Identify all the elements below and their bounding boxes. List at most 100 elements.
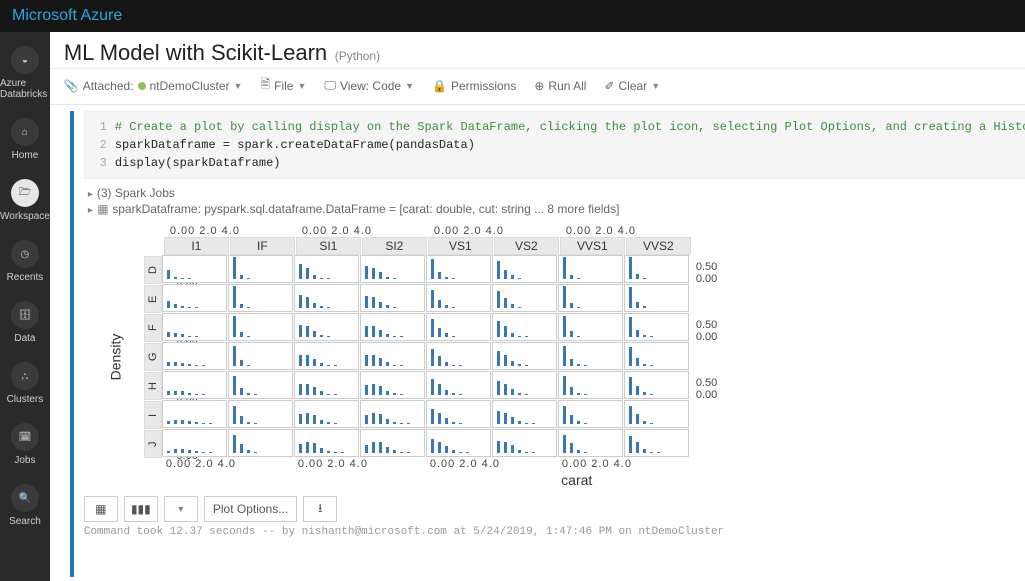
facet-cell xyxy=(360,255,425,283)
sidebar-item-search[interactable]: 🔍Search xyxy=(9,484,41,527)
file-icon: 🗎 xyxy=(260,75,270,96)
calendar-icon: 🗓 xyxy=(11,423,39,451)
facet-cell xyxy=(558,400,623,428)
facet-cell xyxy=(360,342,425,370)
dataframe-schema: sparkDataframe: pyspark.sql.dataframe.Da… xyxy=(112,202,619,216)
run-all-button[interactable]: ⊕ Run All xyxy=(534,79,586,93)
bar-chart-icon: ▮▮▮ xyxy=(131,502,151,516)
facet-col-VVS1: VVS1 xyxy=(560,237,625,255)
run-all-label: Run All xyxy=(548,79,586,93)
facet-cell xyxy=(228,284,293,312)
sidebar-item-home[interactable]: ⌂ Home xyxy=(11,118,39,161)
facet-cell xyxy=(624,313,689,341)
sidebar-item-workspace[interactable]: 🗁Workspace xyxy=(0,179,50,222)
facet-cell xyxy=(558,371,623,399)
facet-cell xyxy=(558,429,623,457)
facet-cell xyxy=(426,400,491,428)
sidebar-item-data[interactable]: 🗄Data xyxy=(11,301,39,344)
brand-logo: Microsoft Azure xyxy=(12,7,122,25)
facet-cell xyxy=(360,313,425,341)
facet-cell xyxy=(426,284,491,312)
facet-cell xyxy=(492,342,557,370)
facet-cell xyxy=(492,400,557,428)
view-label: View: Code xyxy=(340,79,401,93)
facet-col-SI1: SI1 xyxy=(296,237,361,255)
file-menu[interactable]: 🗎 File ▼ xyxy=(260,75,306,96)
notebook-toolbar: 📎 Attached: ntDemoCluster ▼ 🗎 File ▼ 🖵 V… xyxy=(50,69,1025,105)
facet-cell xyxy=(228,342,293,370)
sidebar-item-label: Home xyxy=(12,150,39,161)
facet-cell xyxy=(558,284,623,312)
play-icon: ⊕ xyxy=(534,79,544,93)
code-editor[interactable]: 1# Create a plot by calling display on t… xyxy=(84,111,1025,179)
home-icon: ⌂ xyxy=(11,118,39,146)
facet-cell xyxy=(492,284,557,312)
clear-menu[interactable]: ✐ Clear ▼ xyxy=(604,79,660,93)
chart-output: Density 0.00 2.0 4.00.00 2.0 4.00.00 2.0… xyxy=(84,225,1025,488)
facet-cell xyxy=(426,429,491,457)
facet-col-VS1: VS1 xyxy=(428,237,493,255)
facet-cell xyxy=(426,342,491,370)
facet-cell xyxy=(624,255,689,283)
facet-cell xyxy=(492,313,557,341)
chevron-down-icon: ▼ xyxy=(234,81,243,91)
facet-cell xyxy=(162,400,227,428)
file-label: File xyxy=(274,79,293,93)
facet-row-G: G xyxy=(144,343,162,371)
sidebar-item-label: Jobs xyxy=(14,455,35,466)
facet-cell xyxy=(294,429,359,457)
dataframe-schema-toggle[interactable]: ▸▦ sparkDataframe: pyspark.sql.dataframe… xyxy=(88,201,1025,217)
sidebar-item-jobs[interactable]: 🗓 Jobs xyxy=(11,423,39,466)
table-view-button[interactable]: ▦ xyxy=(84,496,118,522)
facet-cell xyxy=(624,429,689,457)
sidebar-item-clusters[interactable]: ⛬Clusters xyxy=(7,362,44,405)
download-button[interactable]: ⭳ xyxy=(303,496,337,522)
eraser-icon: ✐ xyxy=(604,79,614,93)
attach-icon: 📎 xyxy=(64,79,79,93)
facet-cell xyxy=(294,342,359,370)
facet-cell xyxy=(228,313,293,341)
search-icon: 🔍 xyxy=(11,484,39,512)
facet-cell xyxy=(294,313,359,341)
plot-options-button[interactable]: Plot Options... xyxy=(204,496,297,522)
download-icon: ⭳ xyxy=(318,499,322,520)
table-icon: ▦ xyxy=(97,202,109,216)
attach-cluster[interactable]: 📎 Attached: ntDemoCluster ▼ xyxy=(64,79,243,93)
facet-cell xyxy=(294,284,359,312)
notebook-title: ML Model with Scikit-Learn xyxy=(64,40,327,65)
chevron-down-icon: ▼ xyxy=(297,81,306,91)
permissions-label: Permissions xyxy=(451,79,516,93)
y-axis-label: Density xyxy=(107,333,123,380)
facet-cell xyxy=(624,284,689,312)
chart-type-menu[interactable]: ▼ xyxy=(164,496,198,522)
cell-gutter xyxy=(70,111,76,577)
facet-cell xyxy=(360,400,425,428)
chart-view-button[interactable]: ▮▮▮ xyxy=(124,496,158,522)
sidebar-item-azure-databricks[interactable]: ◒ Azure Databricks xyxy=(0,46,50,100)
view-menu[interactable]: 🖵 View: Code ▼ xyxy=(324,78,414,93)
spark-jobs-toggle[interactable]: ▸(3) Spark Jobs xyxy=(88,185,1025,201)
facet-cell xyxy=(162,313,227,341)
facet-row-D: D xyxy=(144,256,162,284)
facet-cell xyxy=(558,342,623,370)
azure-icon: ◒ xyxy=(11,46,39,74)
facet-col-I1: I1 xyxy=(164,237,229,255)
sidebar-item-recents[interactable]: ◷Recents xyxy=(7,240,44,283)
facet-row-H: H xyxy=(144,372,162,400)
facet-cell xyxy=(558,255,623,283)
facet-col-VS2: VS2 xyxy=(494,237,559,255)
facet-cell xyxy=(162,255,227,283)
sidebar-item-label: Data xyxy=(14,333,35,344)
facet-cell xyxy=(426,371,491,399)
sidebar: ◒ Azure Databricks ⌂ Home 🗁Workspace ◷Recents… xyxy=(0,32,50,581)
permissions-button[interactable]: 🔒 Permissions xyxy=(432,79,516,93)
facet-row-F: F xyxy=(144,314,162,342)
cell-output-meta: ▸(3) Spark Jobs ▸▦ sparkDataframe: pyspa… xyxy=(84,179,1025,223)
facet-cell xyxy=(492,255,557,283)
lock-icon: 🔒 xyxy=(432,79,447,93)
facet-cell xyxy=(624,342,689,370)
facet-col-SI2: SI2 xyxy=(362,237,427,255)
facet-cell xyxy=(492,371,557,399)
facet-cell xyxy=(294,400,359,428)
sidebar-item-label: Azure Databricks xyxy=(0,78,50,100)
